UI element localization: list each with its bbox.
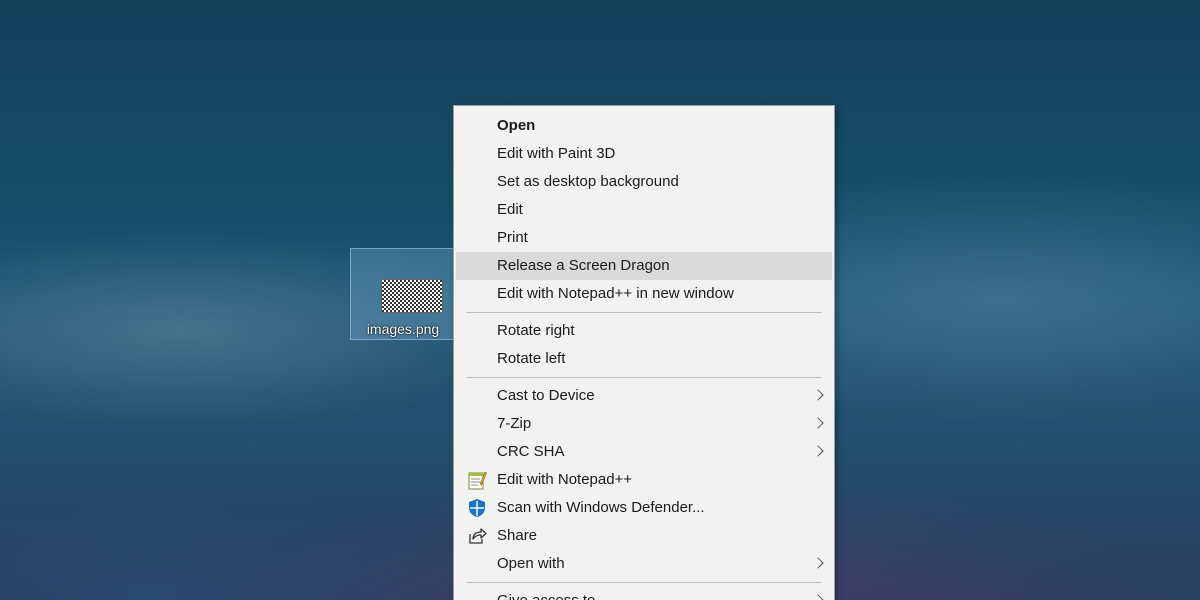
menu-item-open[interactable]: Open bbox=[456, 112, 832, 140]
menu-item-edit-paint-3d[interactable]: Edit with Paint 3D bbox=[456, 140, 832, 168]
menu-item-label: Rotate right bbox=[497, 322, 575, 339]
menu-item-label: Rotate left bbox=[497, 350, 566, 367]
menu-item-label: Scan with Windows Defender... bbox=[497, 499, 705, 516]
menu-item-give-access-to[interactable]: Give access to bbox=[456, 587, 832, 600]
menu-item-edit-notepad-new-window[interactable]: Edit with Notepad++ in new window bbox=[456, 280, 832, 308]
share-icon bbox=[469, 528, 487, 544]
menu-item-label: Edit bbox=[497, 201, 523, 218]
image-thumbnail-icon bbox=[381, 279, 443, 313]
menu-item-label: Open bbox=[497, 117, 536, 134]
menu-item-label: CRC SHA bbox=[497, 443, 565, 460]
menu-item-label: Set as desktop background bbox=[497, 173, 679, 190]
chevron-right-icon bbox=[812, 417, 824, 429]
menu-item-cast-to-device[interactable]: Cast to Device bbox=[456, 382, 832, 410]
windows-defender-icon bbox=[469, 499, 485, 517]
menu-item-label: Share bbox=[497, 527, 538, 544]
desktop-file-icon[interactable]: images.png bbox=[350, 248, 456, 340]
menu-separator bbox=[466, 377, 822, 378]
file-name-label: images.png bbox=[366, 321, 440, 337]
menu-item-rotate-right[interactable]: Rotate right bbox=[456, 317, 832, 345]
menu-item-scan-windows-defender[interactable]: Scan with Windows Defender... bbox=[456, 494, 832, 522]
notepad-plus-plus-icon bbox=[468, 471, 487, 490]
menu-item-label: Cast to Device bbox=[497, 387, 595, 404]
menu-item-label: 7-Zip bbox=[497, 415, 532, 432]
menu-item-label: Give access to bbox=[497, 592, 595, 600]
chevron-right-icon bbox=[812, 557, 824, 569]
menu-item-rotate-left[interactable]: Rotate left bbox=[456, 345, 832, 373]
menu-item-7zip[interactable]: 7-Zip bbox=[456, 410, 832, 438]
chevron-right-icon bbox=[812, 594, 824, 600]
menu-item-label: Print bbox=[497, 229, 528, 246]
chevron-right-icon bbox=[812, 445, 824, 457]
menu-item-label: Edit with Paint 3D bbox=[497, 145, 616, 162]
menu-item-label: Edit with Notepad++ in new window bbox=[497, 285, 734, 302]
menu-separator bbox=[466, 582, 822, 583]
menu-item-label: Edit with Notepad++ bbox=[497, 471, 633, 488]
menu-item-edit[interactable]: Edit bbox=[456, 196, 832, 224]
menu-item-set-desktop-background[interactable]: Set as desktop background bbox=[456, 168, 832, 196]
menu-item-edit-notepad[interactable]: Edit with Notepad++ bbox=[456, 466, 832, 494]
desktop-background[interactable]: images.png Open Edit with Paint 3D Set a… bbox=[0, 0, 1200, 600]
menu-item-print[interactable]: Print bbox=[456, 224, 832, 252]
menu-item-crc-sha[interactable]: CRC SHA bbox=[456, 438, 832, 466]
menu-item-share[interactable]: Share bbox=[456, 522, 832, 550]
context-menu: Open Edit with Paint 3D Set as desktop b… bbox=[453, 105, 835, 600]
menu-item-label: Open with bbox=[497, 555, 565, 572]
menu-item-open-with[interactable]: Open with bbox=[456, 550, 832, 578]
menu-item-label: Release a Screen Dragon bbox=[497, 257, 670, 274]
menu-item-release-screen-dragon[interactable]: Release a Screen Dragon bbox=[456, 252, 832, 280]
chevron-right-icon bbox=[812, 389, 824, 401]
menu-separator bbox=[466, 312, 822, 313]
